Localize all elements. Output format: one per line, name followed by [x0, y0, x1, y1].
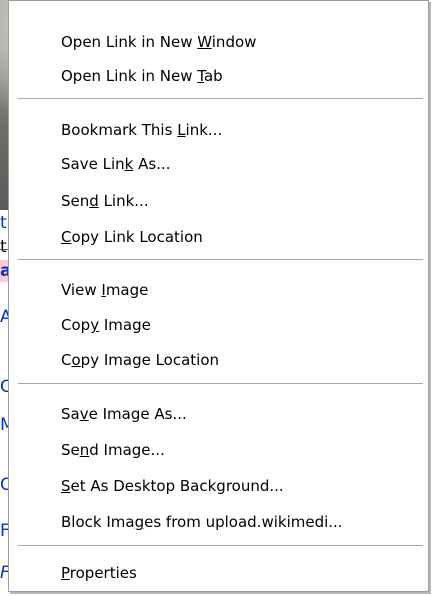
- screen: ti ti a A C M C F F Open Link in New Win…: [0, 0, 438, 596]
- menu-separator: [18, 98, 423, 100]
- menu-item-accesskey: g: [134, 513, 145, 531]
- menu-item-label: Image: [99, 316, 151, 334]
- menu-item-label: Bookmark This: [61, 121, 178, 139]
- copy-link-location-item[interactable]: Copy Link Location: [10, 221, 427, 253]
- send-image-item[interactable]: Send Image...: [10, 434, 427, 466]
- menu-item-accesskey: C: [61, 228, 72, 246]
- open-link-in-new-tab-item[interactable]: Open Link in New Tab: [10, 60, 427, 92]
- view-image-item[interactable]: View Image: [10, 274, 427, 306]
- menu-item-label: Link...: [98, 192, 149, 210]
- open-link-in-new-window-item[interactable]: Open Link in New Window: [10, 26, 427, 58]
- menu-item-label: ab: [203, 67, 223, 85]
- menu-item-label: As...: [133, 155, 171, 173]
- copy-image-location-item[interactable]: Copy Image Location: [10, 344, 427, 376]
- menu-item-accesskey: v: [79, 405, 89, 423]
- menu-item-accesskey: d: [89, 192, 99, 210]
- menu-item-label: es from upload.wikimedi...: [144, 513, 343, 531]
- menu-item-label: e Image As...: [88, 405, 187, 423]
- menu-item-label: Sa: [61, 405, 80, 423]
- page-divider: [0, 249, 8, 250]
- set-as-desktop-background-item[interactable]: Set As Desktop Background...: [10, 470, 427, 502]
- copy-image-item[interactable]: Copy Image: [10, 309, 427, 341]
- menu-item-accesskey: n: [79, 441, 90, 459]
- menu-item-accesskey: o: [71, 351, 81, 369]
- context-menu: Open Link in New Window Open Link in New…: [8, 0, 429, 592]
- menu-item-label: et As Desktop Background...: [70, 477, 284, 495]
- menu-item-accesskey: P: [61, 564, 70, 582]
- menu-item-accesskey: L: [177, 121, 186, 139]
- menu-item-label: Open Link in New: [61, 67, 198, 85]
- menu-item-label: ink...: [185, 121, 223, 139]
- menu-item-accesskey: W: [197, 33, 212, 51]
- menu-item-label: Cop: [61, 316, 91, 334]
- menu-separator: [18, 259, 423, 261]
- menu-item-label: Se: [61, 441, 80, 459]
- menu-item-label: mage: [105, 281, 149, 299]
- menu-item-label: Open Link in New: [61, 33, 198, 51]
- menu-item-label: Sen: [61, 192, 90, 210]
- menu-item-accesskey: y: [90, 316, 100, 334]
- menu-item-label: indow: [211, 33, 257, 51]
- save-image-as-item[interactable]: Save Image As...: [10, 398, 427, 430]
- menu-item-label: d Image...: [89, 441, 165, 459]
- menu-item-label: C: [61, 351, 72, 369]
- menu-item-label: opy Link Location: [71, 228, 203, 246]
- block-images-item[interactable]: Block Images from upload.wikimedi...: [10, 506, 427, 538]
- menu-item-label: View: [61, 281, 102, 299]
- properties-item[interactable]: Properties: [10, 557, 427, 589]
- save-link-as-item[interactable]: Save Link As...: [10, 148, 427, 180]
- send-link-item[interactable]: Send Link...: [10, 185, 427, 217]
- menu-item-accesskey: S: [61, 477, 71, 495]
- bookmark-this-link-item[interactable]: Bookmark This Link...: [10, 114, 427, 146]
- menu-item-label: py Image Location: [80, 351, 220, 369]
- menu-item-label: roperties: [69, 564, 137, 582]
- menu-item-accesskey: T: [197, 67, 204, 85]
- menu-separator: [18, 545, 423, 547]
- menu-item-label: Save Lin: [61, 155, 125, 173]
- menu-item-label: Block Ima: [61, 513, 135, 531]
- menu-item-accesskey: k: [124, 155, 134, 173]
- menu-separator: [18, 383, 423, 385]
